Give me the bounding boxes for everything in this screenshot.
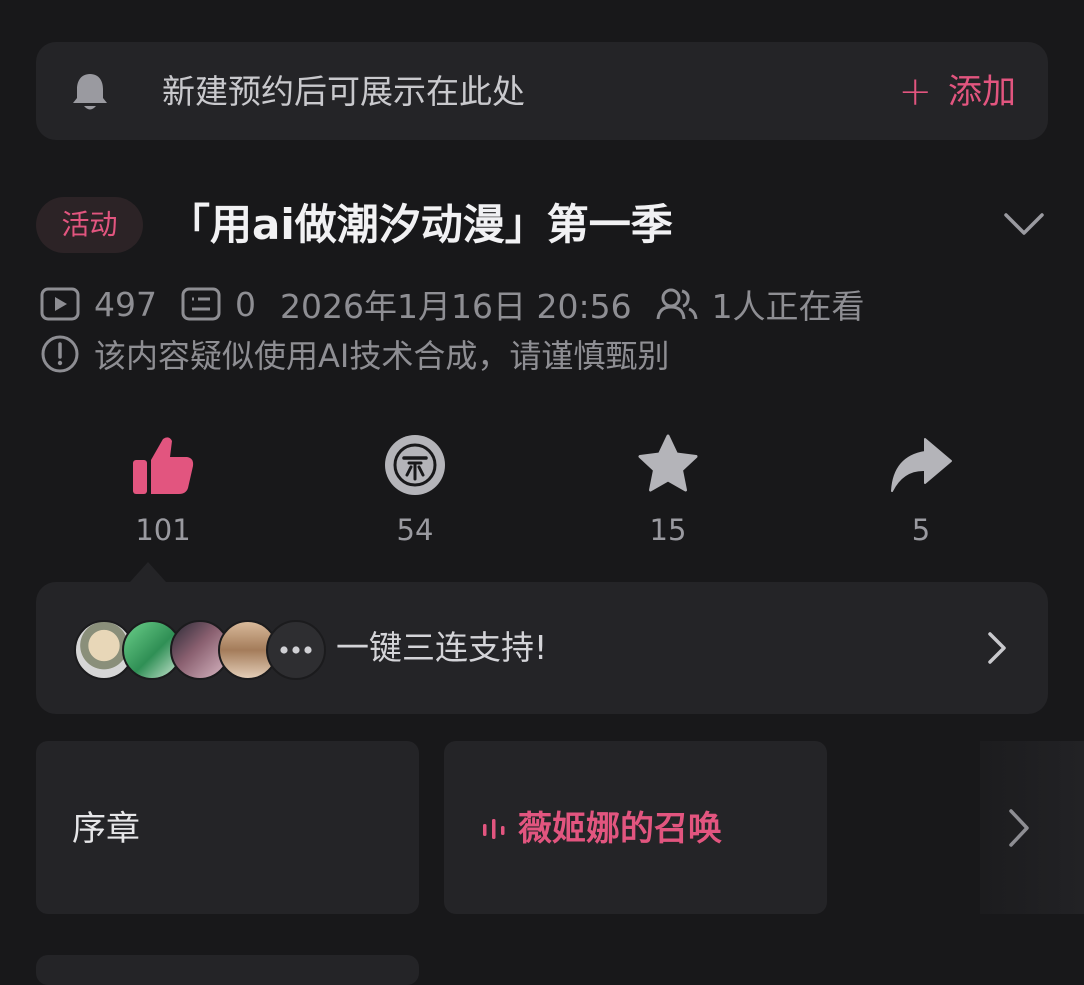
watching-count: 1人正在看 [711, 287, 865, 326]
episode-card-current[interactable]: 薇姬娜的召唤 [444, 741, 827, 914]
ai-notice-text: 该内容疑似使用AI技术合成，请谨慎甄别 [94, 337, 670, 375]
thumbs-up-icon [133, 437, 194, 494]
share-button[interactable]: 5 [861, 430, 981, 548]
plus-icon: + [898, 69, 932, 115]
play-count-icon [40, 287, 80, 321]
add-label: 添加 [948, 72, 1016, 112]
share-icon [891, 438, 952, 492]
coin-icon [385, 435, 445, 495]
comment-count: 0 [235, 284, 256, 324]
next-section-card [36, 955, 419, 985]
add-reminder-button[interactable]: + 添加 [898, 70, 1016, 114]
video-meta: 497 0 2026年1月16日 20:56 1人正在看 [40, 280, 865, 328]
activity-badge[interactable]: 活动 [36, 197, 143, 253]
video-title: 「用ai做潮汐动漫」第一季 [168, 200, 673, 249]
viewers-icon [656, 288, 698, 320]
bell-icon [73, 74, 107, 110]
view-count: 497 [94, 284, 157, 324]
episodes-more-icon[interactable] [1004, 806, 1034, 850]
favorite-count: 15 [649, 513, 687, 547]
like-pointer [130, 562, 166, 582]
coin-count: 54 [396, 513, 434, 547]
triple-support-text: 一键三连支持! [336, 628, 548, 667]
playing-bars-icon [483, 819, 505, 839]
coin-button[interactable]: 54 [355, 430, 475, 548]
like-count: 101 [135, 513, 191, 547]
favorite-button[interactable]: 15 [608, 430, 728, 548]
comment-count-icon [181, 287, 221, 321]
publish-datetime: 2026年1月16日 20:56 [280, 287, 632, 326]
reminder-card: 新建预约后可展示在此处 + 添加 [36, 42, 1048, 140]
reminder-text: 新建预约后可展示在此处 [162, 72, 525, 111]
ai-notice: 该内容疑似使用AI技术合成，请谨慎甄别 [40, 332, 669, 376]
episode-label: 薇姬娜的召唤 [518, 809, 722, 849]
star-icon [638, 434, 698, 492]
chevron-right-icon [988, 632, 1006, 664]
share-count: 5 [911, 513, 931, 547]
episode-card[interactable]: 序章 [36, 741, 419, 914]
episode-label: 序章 [72, 809, 140, 849]
like-button[interactable]: 101 [103, 430, 223, 548]
chevron-down-icon[interactable] [1000, 205, 1048, 245]
info-icon [41, 335, 79, 373]
more-avatars-icon [266, 620, 326, 680]
